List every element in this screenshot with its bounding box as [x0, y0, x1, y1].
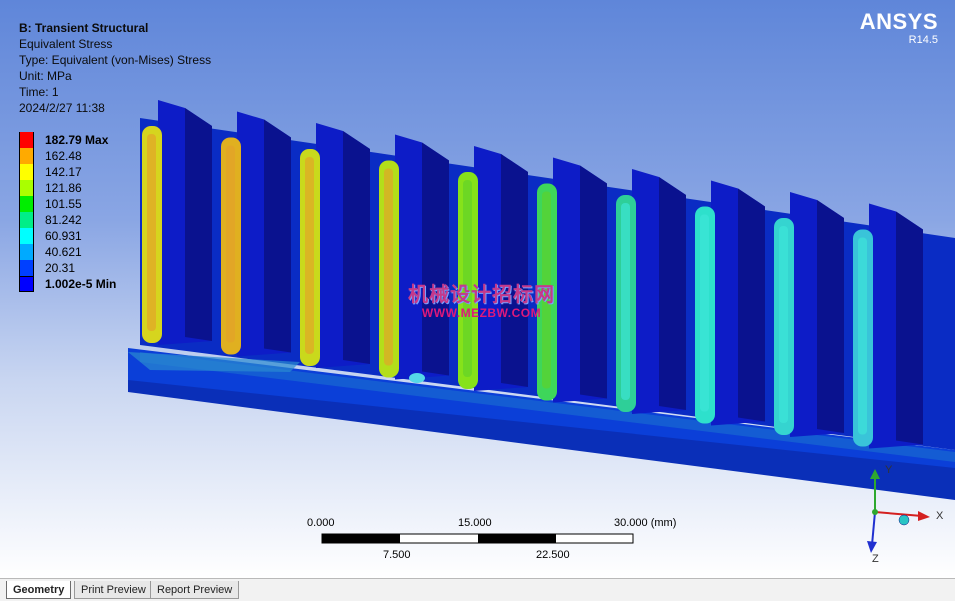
tab-print-preview[interactable]: Print Preview: [74, 581, 153, 599]
legend-swatch: [19, 180, 34, 196]
legend-swatch: [19, 244, 34, 260]
watermark-url: WWW.MEZBW.COM: [421, 306, 542, 320]
watermark-chinese: 机械设计招标网: [408, 284, 555, 306]
legend-label: 1.002e-5 Min: [45, 277, 117, 291]
tooth-peak-stress: [226, 145, 235, 343]
tooth-peak-stress: [779, 226, 788, 423]
legend-swatch: [19, 196, 34, 212]
tab-report-preview[interactable]: Report Preview: [150, 581, 240, 599]
base-stress-spot: [409, 373, 425, 383]
tooth-shadow-face: [343, 131, 370, 364]
scale-label-30: 30.000 (mm): [614, 517, 677, 529]
triad-y-label: Y: [885, 464, 893, 476]
result-unit: Unit: MPa: [19, 69, 72, 83]
legend-swatch: [19, 228, 34, 244]
tooth-shadow-face: [501, 154, 528, 387]
result-time: Time: 1: [19, 85, 59, 99]
tooth-shadow-face: [422, 142, 449, 376]
legend-swatch: [19, 148, 34, 164]
tooth-peak-stress: [384, 168, 393, 366]
scale-label-22-5: 22.500: [536, 549, 570, 561]
graphics-viewport[interactable]: B: Transient Structural Equivalent Stres…: [0, 0, 955, 578]
legend-label: 60.931: [45, 229, 82, 243]
result-date: 2024/2/27 11:38: [19, 101, 105, 115]
tooth-peak-stress: [700, 214, 709, 412]
tooth-shadow-face: [896, 211, 923, 445]
tooth-shadow-face: [185, 108, 212, 341]
legend-swatch-min: [19, 276, 34, 292]
tab-geometry[interactable]: Geometry: [6, 581, 72, 599]
ansys-version: R14.5: [908, 34, 938, 46]
tooth-peak-stress: [621, 203, 630, 400]
legend-label: 81.242: [45, 213, 82, 227]
view-tab-bar: Geometry Print Preview Report Preview: [0, 578, 955, 601]
result-info: B: Transient Structural Equivalent Stres…: [19, 20, 211, 116]
tooth-peak-stress: [858, 237, 867, 435]
analysis-title: B: Transient Structural: [19, 21, 149, 35]
legend-swatch: [19, 212, 34, 228]
ansys-logo: ANSYS: [859, 9, 938, 34]
legend-label: 142.17: [45, 165, 82, 179]
triad-z-label: Z: [872, 553, 879, 565]
scale-label-0: 0.000: [307, 517, 335, 529]
tooth-shadow-face: [659, 177, 686, 410]
scale-label-15: 15.000: [458, 517, 492, 529]
tooth-shadow-face: [580, 165, 607, 399]
scale-bar: [321, 533, 634, 544]
tooth-shadow-face: [738, 188, 765, 422]
legend-label: 182.79 Max: [45, 133, 109, 147]
result-type: Type: Equivalent (von-Mises) Stress: [19, 53, 212, 67]
ansys-brand: ANSYS R14.5: [860, 9, 938, 46]
result-name: Equivalent Stress: [19, 37, 113, 51]
legend-label: 121.86: [45, 181, 82, 195]
tooth-peak-stress: [147, 134, 156, 331]
scale-label-7-5: 7.500: [383, 549, 411, 561]
legend-label: 101.55: [45, 197, 82, 211]
legend-swatch: [19, 260, 34, 276]
legend-label: 40.621: [45, 245, 82, 259]
triad-x-label: X: [936, 510, 944, 522]
legend-label: 162.48: [45, 149, 82, 163]
axis-triad[interactable]: [858, 465, 948, 565]
legend-label: 20.31: [45, 261, 76, 275]
watermark: 机械设计招标网 WWW.MEZBW.COM: [408, 278, 555, 320]
tooth-shadow-face: [817, 200, 844, 433]
legend-swatch: [19, 164, 34, 180]
tooth-shadow-face: [264, 119, 291, 353]
tooth-peak-stress: [305, 157, 314, 354]
legend-swatch: [19, 132, 34, 148]
